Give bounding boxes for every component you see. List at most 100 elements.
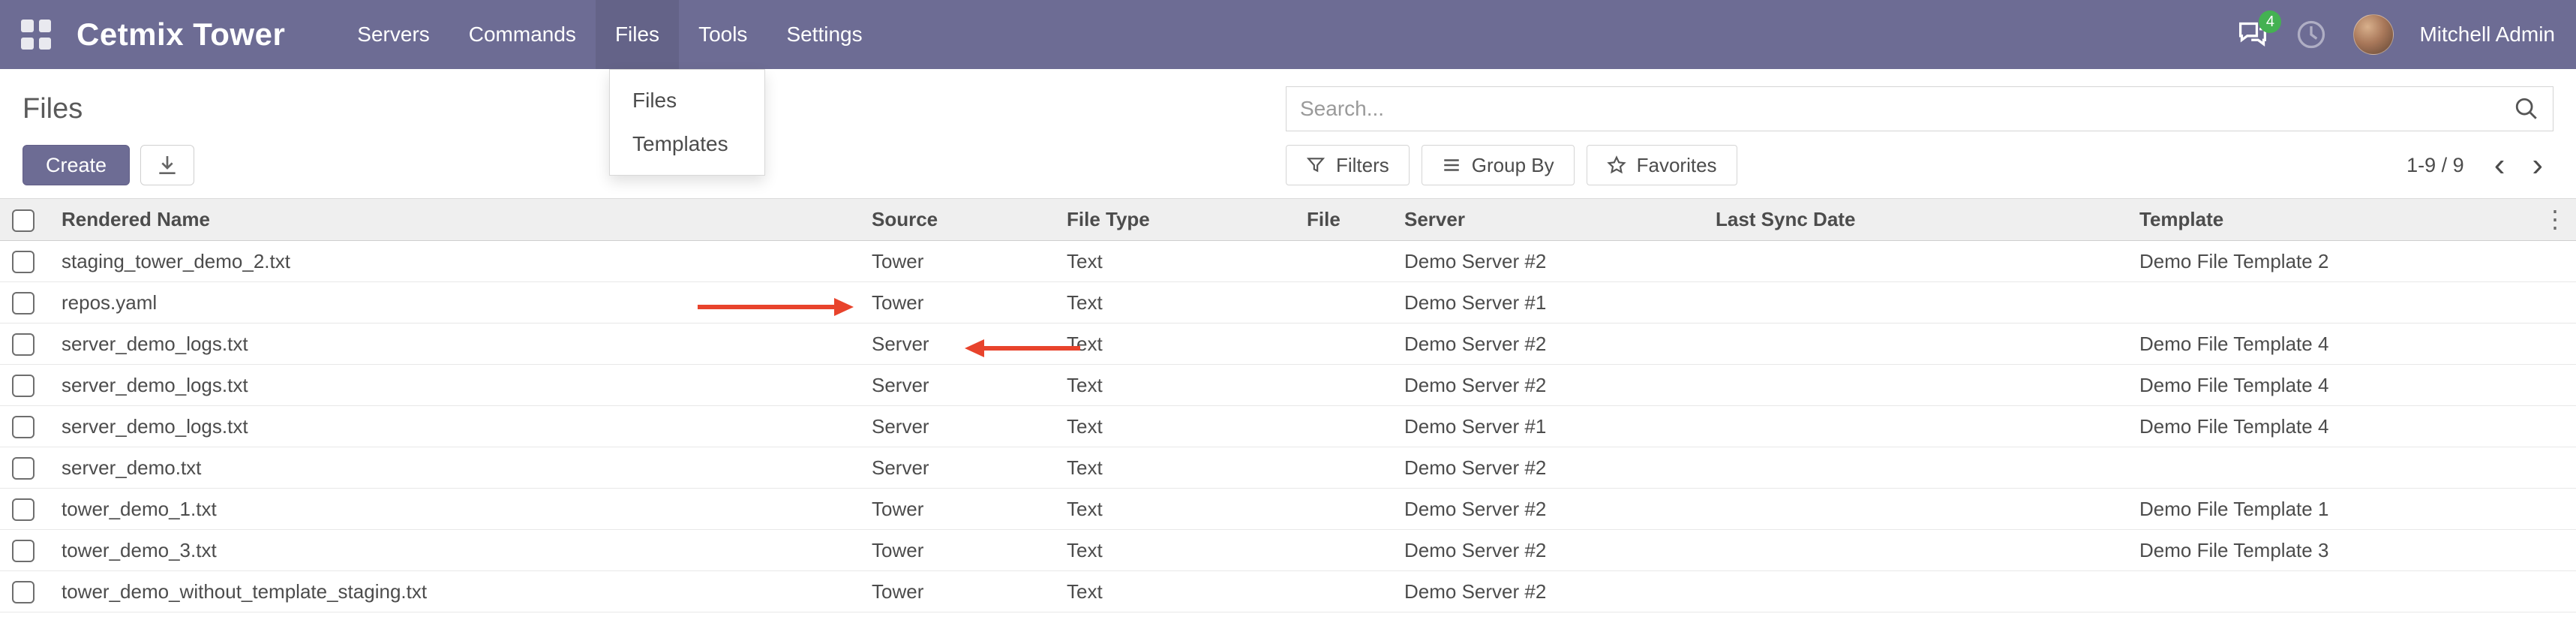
- cell-file[interactable]: [1292, 447, 1389, 489]
- cell-template[interactable]: [2124, 571, 2576, 612]
- cell-last-sync-date[interactable]: [1701, 365, 2124, 406]
- row-checkbox[interactable]: [12, 457, 35, 480]
- user-avatar[interactable]: [2353, 14, 2394, 55]
- col-file[interactable]: File: [1292, 199, 1389, 241]
- cell-server[interactable]: Demo Server #2: [1389, 365, 1701, 406]
- cell-file-type[interactable]: Text: [1052, 365, 1292, 406]
- cell-template[interactable]: Demo File Template 4: [2124, 406, 2576, 447]
- cell-last-sync-date[interactable]: [1701, 406, 2124, 447]
- row-checkbox[interactable]: [12, 333, 35, 356]
- cell-file[interactable]: [1292, 571, 1389, 612]
- messages-button[interactable]: 4: [2236, 20, 2269, 50]
- cell-source[interactable]: Server: [857, 324, 1052, 365]
- cell-template[interactable]: Demo File Template 2: [2124, 241, 2576, 282]
- activity-clock-icon[interactable]: [2295, 18, 2328, 51]
- col-source[interactable]: Source: [857, 199, 1052, 241]
- cell-template[interactable]: Demo File Template 3: [2124, 530, 2576, 571]
- group-by-button[interactable]: Group By: [1422, 145, 1575, 185]
- col-server[interactable]: Server: [1389, 199, 1701, 241]
- pager-previous-button[interactable]: ‹: [2484, 149, 2516, 182]
- row-checkbox[interactable]: [12, 581, 35, 603]
- cell-file[interactable]: [1292, 365, 1389, 406]
- cell-rendered-name[interactable]: staging_tower_demo_2.txt: [47, 241, 857, 282]
- table-row[interactable]: staging_tower_demo_2.txt Tower Text Demo…: [0, 241, 2576, 282]
- table-row[interactable]: tower_demo_1.txt Tower Text Demo Server …: [0, 489, 2576, 530]
- cell-rendered-name[interactable]: tower_demo_without_template_staging.txt: [47, 571, 857, 612]
- menu-servers[interactable]: Servers: [338, 0, 449, 69]
- menu-tools[interactable]: Tools: [679, 0, 767, 69]
- cell-source[interactable]: Tower: [857, 241, 1052, 282]
- cell-rendered-name[interactable]: server_demo.txt: [47, 447, 857, 489]
- menu-files[interactable]: Files: [596, 0, 679, 69]
- cell-source[interactable]: Server: [857, 447, 1052, 489]
- favorites-button[interactable]: Favorites: [1587, 145, 1737, 185]
- table-row[interactable]: tower_demo_3.txt Tower Text Demo Server …: [0, 530, 2576, 571]
- cell-file[interactable]: [1292, 324, 1389, 365]
- select-all-checkbox[interactable]: [12, 209, 35, 232]
- cell-source[interactable]: Tower: [857, 530, 1052, 571]
- table-row[interactable]: tower_demo_without_template_staging.txt …: [0, 571, 2576, 612]
- cell-server[interactable]: Demo Server #2: [1389, 571, 1701, 612]
- cell-server[interactable]: Demo Server #2: [1389, 447, 1701, 489]
- cell-template[interactable]: Demo File Template 1: [2124, 489, 2576, 530]
- row-checkbox[interactable]: [12, 498, 35, 521]
- cell-source[interactable]: Server: [857, 406, 1052, 447]
- cell-last-sync-date[interactable]: [1701, 530, 2124, 571]
- search-icon[interactable]: [2514, 96, 2539, 122]
- col-rendered-name[interactable]: Rendered Name: [47, 199, 857, 241]
- cell-file-type[interactable]: Text: [1052, 241, 1292, 282]
- cell-source[interactable]: Tower: [857, 282, 1052, 324]
- cell-file[interactable]: [1292, 406, 1389, 447]
- cell-file[interactable]: [1292, 282, 1389, 324]
- cell-last-sync-date[interactable]: [1701, 324, 2124, 365]
- cell-template[interactable]: [2124, 282, 2576, 324]
- optional-columns-toggle-icon[interactable]: ⋮: [2543, 206, 2567, 233]
- col-file-type[interactable]: File Type: [1052, 199, 1292, 241]
- cell-server[interactable]: Demo Server #2: [1389, 530, 1701, 571]
- create-button[interactable]: Create: [23, 145, 130, 185]
- cell-template[interactable]: Demo File Template 4: [2124, 324, 2576, 365]
- cell-file-type[interactable]: Text: [1052, 406, 1292, 447]
- cell-rendered-name[interactable]: server_demo_logs.txt: [47, 365, 857, 406]
- col-template[interactable]: Template: [2124, 199, 2576, 241]
- user-menu[interactable]: Mitchell Admin: [2419, 23, 2555, 47]
- apps-grid-icon[interactable]: [21, 20, 51, 50]
- cell-file[interactable]: [1292, 241, 1389, 282]
- cell-server[interactable]: Demo Server #2: [1389, 489, 1701, 530]
- menu-commands[interactable]: Commands: [449, 0, 596, 69]
- cell-rendered-name[interactable]: tower_demo_3.txt: [47, 530, 857, 571]
- cell-file-type[interactable]: Text: [1052, 324, 1292, 365]
- table-row[interactable]: server_demo_logs.txt Server Text Demo Se…: [0, 324, 2576, 365]
- cell-file-type[interactable]: Text: [1052, 571, 1292, 612]
- cell-rendered-name[interactable]: server_demo_logs.txt: [47, 406, 857, 447]
- cell-rendered-name[interactable]: repos.yaml: [47, 282, 857, 324]
- menu-settings[interactable]: Settings: [767, 0, 881, 69]
- cell-template[interactable]: [2124, 447, 2576, 489]
- cell-server[interactable]: Demo Server #2: [1389, 324, 1701, 365]
- cell-template[interactable]: Demo File Template 4: [2124, 365, 2576, 406]
- cell-file-type[interactable]: Text: [1052, 447, 1292, 489]
- cell-source[interactable]: Tower: [857, 571, 1052, 612]
- cell-server[interactable]: Demo Server #2: [1389, 241, 1701, 282]
- table-row[interactable]: server_demo.txt Server Text Demo Server …: [0, 447, 2576, 489]
- cell-last-sync-date[interactable]: [1701, 571, 2124, 612]
- cell-source[interactable]: Tower: [857, 489, 1052, 530]
- filters-button[interactable]: Filters: [1286, 145, 1410, 185]
- cell-file-type[interactable]: Text: [1052, 530, 1292, 571]
- row-checkbox[interactable]: [12, 292, 35, 315]
- pager-next-button[interactable]: ›: [2521, 149, 2553, 182]
- row-checkbox[interactable]: [12, 251, 35, 273]
- cell-last-sync-date[interactable]: [1701, 489, 2124, 530]
- dropdown-item-templates[interactable]: Templates: [610, 122, 764, 166]
- row-checkbox[interactable]: [12, 540, 35, 562]
- table-row[interactable]: server_demo_logs.txt Server Text Demo Se…: [0, 365, 2576, 406]
- cell-rendered-name[interactable]: server_demo_logs.txt: [47, 324, 857, 365]
- cell-last-sync-date[interactable]: [1701, 282, 2124, 324]
- cell-file-type[interactable]: Text: [1052, 282, 1292, 324]
- export-download-button[interactable]: [140, 145, 194, 185]
- cell-file-type[interactable]: Text: [1052, 489, 1292, 530]
- dropdown-item-files[interactable]: Files: [610, 79, 764, 122]
- table-row[interactable]: repos.yaml Tower Text Demo Server #1: [0, 282, 2576, 324]
- cell-source[interactable]: Server: [857, 365, 1052, 406]
- table-row[interactable]: server_demo_logs.txt Server Text Demo Se…: [0, 406, 2576, 447]
